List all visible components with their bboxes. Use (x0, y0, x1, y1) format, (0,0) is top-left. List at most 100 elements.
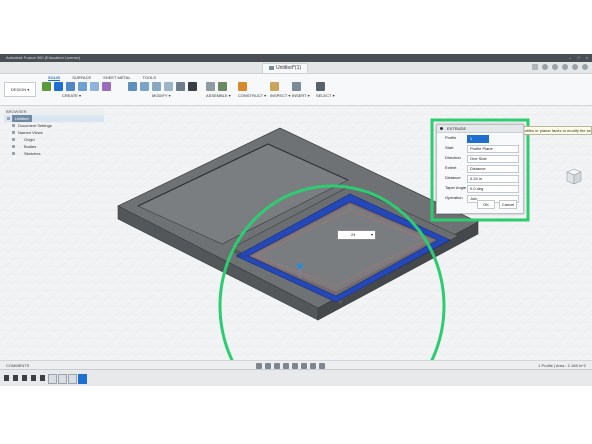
browser-item-document-settings[interactable]: Document Settings (4, 122, 104, 129)
inspect-group: INSPECT ▾ (270, 82, 290, 102)
document-tab-label: Untitled*(1) (276, 65, 302, 71)
browser-item-sketches[interactable]: Sketches (4, 150, 104, 157)
taper-angle-label: Taper Angle (445, 185, 467, 190)
timeline (0, 369, 592, 386)
extent-row: Extent Distance (437, 163, 523, 173)
play-icon[interactable] (22, 375, 27, 381)
settings-icon (12, 124, 15, 127)
timeline-feature-extrude[interactable] (58, 374, 67, 384)
press-pull-icon[interactable] (128, 82, 137, 91)
extrude-icon[interactable] (54, 82, 63, 91)
loft-icon[interactable] (90, 82, 99, 91)
new-component-icon[interactable] (206, 82, 215, 91)
start-dropdown[interactable]: Profile Plane (467, 145, 519, 153)
direction-label: Direction (445, 155, 461, 160)
extent-dropdown[interactable]: Distance (467, 165, 519, 173)
new-tab-icon[interactable] (532, 64, 538, 70)
ribbon-toolbar: DESIGN ▾ SOLID SURFACE SHEET METAL TOOLS… (0, 74, 592, 106)
distance-label: Distance (445, 175, 461, 180)
rewind-icon[interactable] (4, 375, 9, 381)
document-tab[interactable]: Untitled*(1) (262, 63, 309, 73)
folder-icon (12, 131, 15, 134)
cancel-button[interactable]: Cancel (499, 200, 517, 209)
close-icon[interactable]: × (586, 54, 588, 62)
expand-icon[interactable] (7, 117, 10, 120)
shell-icon[interactable] (164, 82, 173, 91)
profile-row: Profile 1 selected (437, 133, 523, 147)
fusion-app-window: Autodesk Fusion 360 (Education License) … (0, 54, 592, 386)
viewcube[interactable] (566, 168, 582, 186)
insert-group: INSERT ▾ (292, 82, 310, 102)
help-icon[interactable] (572, 64, 578, 70)
timeline-feature-sketch[interactable] (48, 374, 57, 384)
toolbar-tabs: SOLID SURFACE SHEET METAL TOOLS (48, 75, 156, 81)
timeline-controls (4, 375, 45, 381)
revolve-icon[interactable] (66, 82, 75, 91)
combine-icon[interactable] (176, 82, 185, 91)
start-label: Start (445, 145, 454, 150)
distance-field[interactable]: 0.24 in (467, 175, 519, 183)
window-controls: – □ × (569, 54, 588, 62)
browser-item-named-views[interactable]: Named Views (4, 129, 104, 136)
select-menu[interactable]: SELECT ▾ (316, 93, 335, 98)
insert-menu[interactable]: INSERT ▾ (292, 93, 310, 98)
fillet-icon[interactable] (140, 82, 149, 91)
construct-menu[interactable]: CONSTRUCT ▾ (238, 93, 266, 98)
taper-angle-row: Taper Angle 0.0 deg (437, 183, 523, 193)
visibility-eye-icon[interactable] (12, 145, 15, 148)
offset-plane-icon[interactable] (238, 82, 247, 91)
document-tab-bar: Untitled*(1) (0, 62, 592, 74)
form-icon[interactable] (102, 82, 111, 91)
create-menu[interactable]: CREATE ▾ (62, 93, 111, 98)
extrude-dialog: EXTRUDE Profile 1 selected Start Profile… (436, 124, 524, 214)
chevron-down-icon[interactable]: ▾ (371, 231, 373, 239)
timeline-feature-active-extrude[interactable] (78, 374, 87, 384)
assemble-menu[interactable]: ASSEMBLE ▾ (206, 93, 231, 98)
step-forward-icon[interactable] (31, 375, 36, 381)
sweep-icon[interactable] (78, 82, 87, 91)
extent-label: Extent (445, 165, 457, 170)
browser-item-origin[interactable]: Origin (4, 136, 104, 143)
move-icon[interactable] (188, 82, 197, 91)
select-cursor-icon[interactable] (316, 82, 325, 91)
chamfer-icon[interactable] (152, 82, 161, 91)
step-back-icon[interactable] (13, 375, 18, 381)
modify-menu[interactable]: MODIFY ▾ (152, 93, 197, 98)
distance-input-box[interactable]: 24 ▾ (337, 230, 376, 240)
navigation-tools (256, 362, 325, 369)
browser-root[interactable]: Untitled (4, 115, 104, 122)
job-status-icon[interactable] (552, 64, 558, 70)
notifications-icon[interactable] (562, 64, 568, 70)
browser-item-label: Origin (24, 137, 35, 142)
select-group: SELECT ▾ (316, 82, 335, 102)
assemble-group: ASSEMBLE ▾ (206, 82, 231, 102)
tab-solid[interactable]: SOLID (48, 75, 61, 81)
create-sketch-icon[interactable] (42, 82, 51, 91)
taper-angle-field[interactable]: 0.0 deg (467, 185, 519, 193)
document-icon (269, 65, 274, 70)
browser-item-label: Named Views (18, 130, 43, 135)
visibility-eye-icon[interactable] (12, 152, 15, 155)
browser-item-bodies[interactable]: Bodies (4, 143, 104, 150)
maximize-icon[interactable]: □ (577, 54, 579, 62)
minimize-icon[interactable]: – (569, 54, 571, 62)
direction-row: Direction One Side (437, 153, 523, 163)
joint-icon[interactable] (218, 82, 227, 91)
inspect-menu[interactable]: INSPECT ▾ (270, 93, 290, 98)
tab-surface[interactable]: SURFACE (72, 75, 91, 81)
account-icon[interactable] (582, 64, 588, 70)
workspace-switcher[interactable]: DESIGN ▾ (4, 82, 36, 97)
browser-header: BROWSER (4, 108, 104, 115)
timeline-feature-sketch[interactable] (68, 374, 77, 384)
extensions-icon[interactable] (542, 64, 548, 70)
distance-input-value: 24 (351, 232, 356, 237)
direction-dropdown[interactable]: One Side (467, 155, 519, 163)
end-icon[interactable] (40, 375, 45, 381)
visibility-eye-icon[interactable] (12, 138, 15, 141)
insert-image-icon[interactable] (292, 82, 301, 91)
ok-button[interactable]: OK (477, 200, 495, 209)
tab-sheet-metal[interactable]: SHEET METAL (103, 75, 130, 81)
profile-selection[interactable]: 1 selected (467, 135, 489, 147)
measure-icon[interactable] (270, 82, 279, 91)
tab-tools[interactable]: TOOLS (143, 75, 157, 81)
